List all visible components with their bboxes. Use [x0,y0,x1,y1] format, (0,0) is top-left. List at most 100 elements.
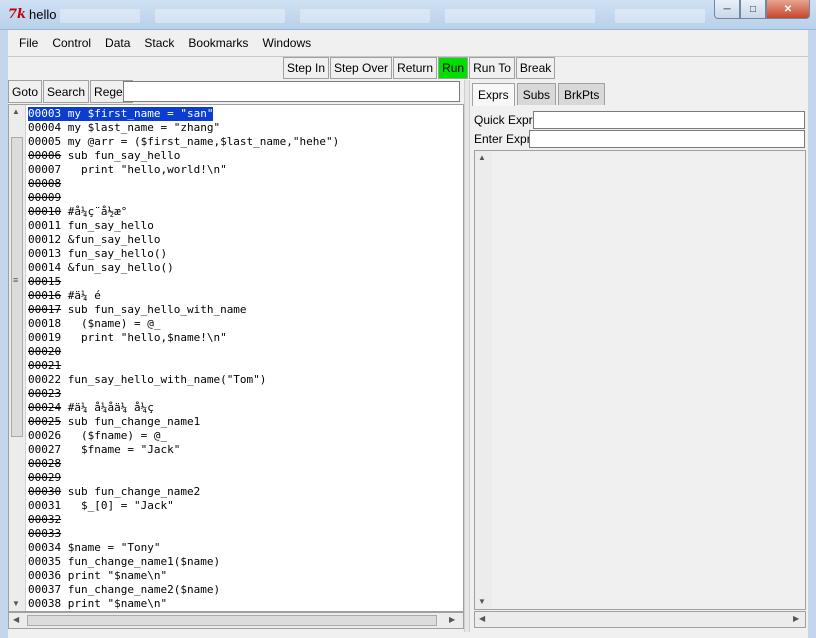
expressions-list[interactable]: ▲ ▼ [474,150,806,610]
line-number[interactable]: 00011 [28,219,61,232]
line-number[interactable]: 00020 [28,345,61,358]
menu-stack[interactable]: Stack [137,36,181,50]
menu-control[interactable]: Control [45,36,98,50]
code-line[interactable]: 00033 [28,527,462,541]
scroll-up-arrow-icon[interactable]: ▲ [478,153,486,162]
code-line[interactable]: 00021 [28,359,462,373]
code-line[interactable]: 00028 [28,457,462,471]
line-number[interactable]: 00032 [28,513,61,526]
line-number[interactable]: 00028 [28,457,61,470]
scroll-right-arrow-icon[interactable]: ▶ [449,615,455,624]
code-line[interactable]: 00016 #ä¼ é [28,289,462,303]
goto-button[interactable]: Goto [8,80,43,103]
tab-subs[interactable]: Subs [516,83,557,105]
code-line[interactable]: 00005 my @arr = ($first_name,$last_name,… [28,135,462,149]
line-number[interactable]: 00013 [28,247,61,260]
menu-file[interactable]: File [12,36,45,50]
search-button[interactable]: Search [43,80,90,103]
menu-windows[interactable]: Windows [255,36,318,50]
tab-brkpts[interactable]: BrkPts [558,83,606,105]
scroll-right-arrow-icon[interactable]: ▶ [793,614,799,623]
code-line[interactable]: 00036 print "$name\n" [28,569,462,583]
scroll-thumb[interactable] [27,615,437,626]
tab-exprs[interactable]: Exprs [472,83,515,106]
code-line[interactable]: 00006 sub fun_say_hello [28,149,462,163]
line-number[interactable]: 00033 [28,527,61,540]
line-number[interactable]: 00007 [28,163,61,176]
line-number[interactable]: 00018 [28,317,61,330]
code-line[interactable]: 00035 fun_change_name1($name) [28,555,462,569]
code-line[interactable]: 00013 fun_say_hello() [28,247,462,261]
code-line[interactable]: 00004 my $last_name = "zhang" [28,121,462,135]
line-number[interactable]: 00010 [28,205,61,218]
line-number[interactable]: 00005 [28,135,61,148]
code-line[interactable]: 00018 ($name) = @_ [28,317,462,331]
code-line[interactable]: 00038 print "$name\n" [28,597,462,611]
code-line[interactable]: 00012 &fun_say_hello [28,233,462,247]
line-number[interactable]: 00037 [28,583,61,596]
code-line[interactable]: 00011 fun_say_hello [28,219,462,233]
minimize-button[interactable]: ─ [714,0,740,19]
code-line[interactable]: 00034 $name = "Tony" [28,541,462,555]
code-line[interactable]: 00031 $_[0] = "Jack" [28,499,462,513]
quick-expr-input[interactable] [533,111,805,129]
code-line[interactable]: 00022 fun_say_hello_with_name("Tom") [28,373,462,387]
scroll-down-arrow-icon[interactable]: ▼ [12,599,20,608]
line-number[interactable]: 00036 [28,569,61,582]
run-to-button[interactable]: Run To [469,57,515,79]
line-number[interactable]: 00035 [28,555,61,568]
expr-horizontal-scrollbar[interactable]: ◀ ▶ [474,611,806,628]
code-line[interactable]: 00027 $fname = "Jack" [28,443,462,457]
scroll-down-arrow-icon[interactable]: ▼ [478,597,486,606]
code-vertical-scrollbar[interactable]: ▲ ≡ ▼ [9,105,26,611]
line-number[interactable]: 00008 [28,177,61,190]
line-number[interactable]: 00021 [28,359,61,372]
code-line[interactable]: 00014 &fun_say_hello() [28,261,462,275]
code-line[interactable]: 00025 sub fun_change_name1 [28,415,462,429]
code-line[interactable]: 00015 [28,275,462,289]
line-number[interactable]: 00003 [28,107,61,120]
line-number[interactable]: 00006 [28,149,61,162]
line-number[interactable]: 00009 [28,191,61,204]
line-number[interactable]: 00015 [28,275,61,288]
code-line[interactable]: 00037 fun_change_name2($name) [28,583,462,597]
code-line[interactable]: 00009 [28,191,462,205]
line-number[interactable]: 00029 [28,471,61,484]
scroll-up-arrow-icon[interactable]: ▲ [12,107,20,116]
line-number[interactable]: 00016 [28,289,61,302]
enter-expr-input[interactable] [529,130,805,148]
code-line[interactable]: 00019 print "hello,$name!\n" [28,331,462,345]
scroll-thumb[interactable] [11,137,23,437]
pane-splitter[interactable] [464,80,470,632]
code-line[interactable]: 00024 #ä¼ å¼åä¼ å¼ç [28,401,462,415]
code-line[interactable]: 00008 [28,177,462,191]
code-line[interactable]: 00030 sub fun_change_name2 [28,485,462,499]
code-line[interactable]: 00010 #å¼ç¨å½æ° [28,205,462,219]
scroll-left-arrow-icon[interactable]: ◀ [479,614,485,623]
code-line[interactable]: 00026 ($fname) = @_ [28,429,462,443]
goto-input[interactable] [123,81,460,102]
line-number[interactable]: 00004 [28,121,61,134]
break-button[interactable]: Break [515,57,556,79]
line-number[interactable]: 00026 [28,429,61,442]
line-number[interactable]: 00034 [28,541,61,554]
menu-bookmarks[interactable]: Bookmarks [181,36,255,50]
source-code-pane[interactable]: ▲ ≡ ▼ 00003 my $first_name = "san" 00004 … [8,104,464,612]
close-button[interactable]: ✕ [766,0,810,19]
code-line[interactable]: 00003 my $first_name = "san" [28,107,214,121]
line-number[interactable]: 00023 [28,387,61,400]
line-number[interactable]: 00025 [28,415,61,428]
code-line[interactable]: 00023 [28,387,462,401]
line-number[interactable]: 00038 [28,597,61,610]
code-line[interactable]: 00032 [28,513,462,527]
line-number[interactable]: 00017 [28,303,61,316]
line-number[interactable]: 00014 [28,261,61,274]
code-line[interactable]: 00020 [28,345,462,359]
run-button[interactable]: Run [438,57,469,79]
menu-data[interactable]: Data [98,36,137,50]
expr-vertical-scrollbar[interactable]: ▲ ▼ [475,151,492,609]
code-line[interactable]: 00007 print "hello,world!\n" [28,163,462,177]
code-horizontal-scrollbar[interactable]: ◀ ▶ [8,612,464,629]
line-number[interactable]: 00031 [28,499,61,512]
step-in-button[interactable]: Step In [283,57,330,79]
